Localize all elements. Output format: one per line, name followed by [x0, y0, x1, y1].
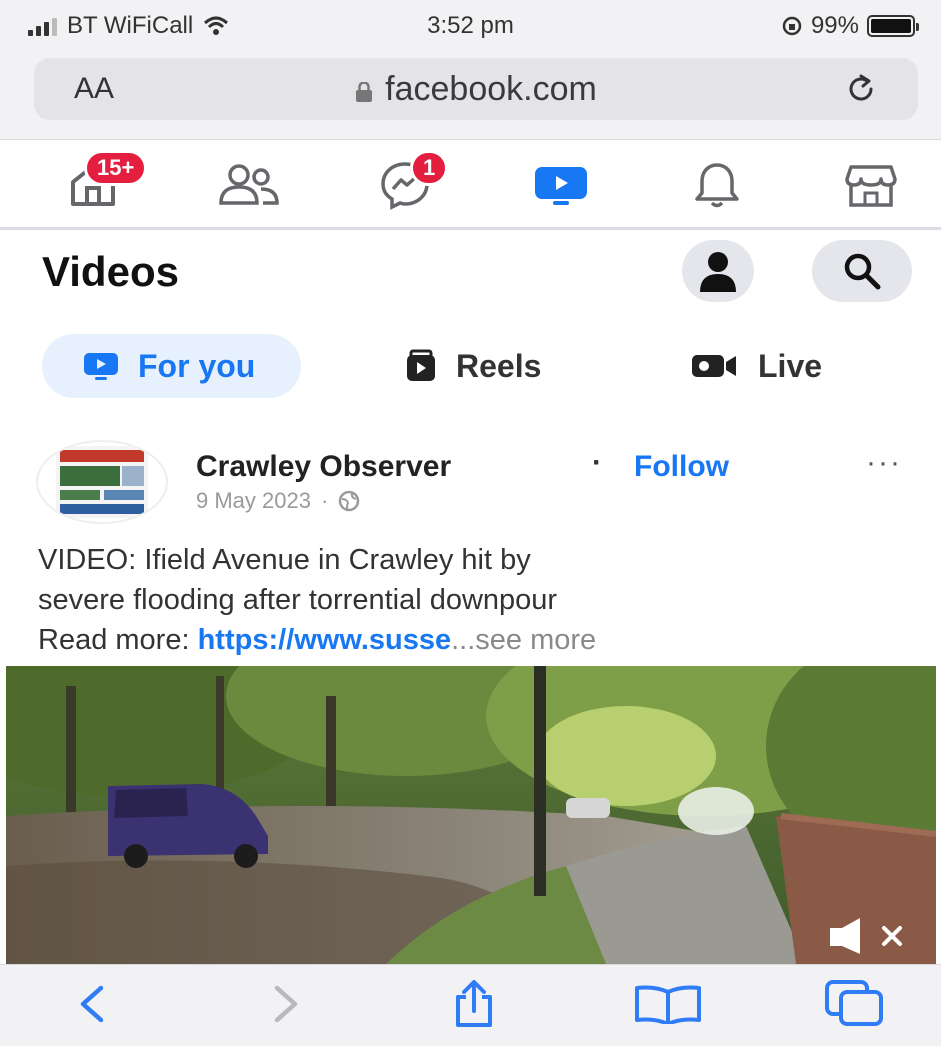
globe-icon — [339, 490, 360, 512]
video-player[interactable] — [6, 666, 936, 964]
browser-top-bar: AA facebook.com — [0, 50, 941, 140]
bell-icon — [695, 163, 739, 208]
post-text-line-2: severe flooding after torrential downpou… — [38, 584, 558, 616]
lock-icon — [356, 82, 373, 102]
marketplace-icon — [845, 165, 897, 207]
reels-icon — [407, 349, 435, 381]
share-button[interactable] — [446, 979, 502, 1029]
browser-bottom-toolbar — [0, 964, 941, 1046]
friends-icon — [219, 164, 279, 205]
author-separator: · — [592, 446, 602, 479]
post-text: VIDEO: Ifield Avenue in Crawley hit by s… — [38, 540, 918, 660]
video-tab-icon — [84, 353, 118, 380]
video-icon — [535, 167, 587, 205]
search-button[interactable] — [812, 240, 912, 302]
chevron-right-icon — [274, 985, 298, 1023]
follow-button[interactable]: Follow — [634, 450, 729, 484]
bookmarks-button[interactable] — [630, 979, 706, 1029]
orientation-lock-icon — [782, 16, 802, 36]
back-button[interactable] — [64, 979, 120, 1029]
post-date: 9 May 2023 — [196, 488, 311, 513]
search-icon — [844, 253, 881, 290]
home-notification-badge: 15+ — [84, 150, 148, 186]
profile-button[interactable] — [682, 240, 754, 302]
page-avatar[interactable] — [36, 440, 168, 524]
nav-home[interactable]: 15+ — [58, 150, 148, 210]
article-link[interactable]: https://www.susse — [198, 624, 452, 656]
post-text-line-3: Read more: https://www.susse...see more — [38, 620, 918, 660]
read-more-prefix: Read more: — [38, 624, 198, 656]
share-icon — [456, 980, 492, 1027]
tab-reels[interactable]: Reels — [404, 334, 541, 398]
nav-notifications[interactable] — [682, 160, 752, 210]
post-meta: 9 May 2023 · — [196, 488, 360, 514]
tab-for-you-label: For you — [138, 347, 256, 384]
page-title: Videos — [42, 248, 179, 295]
tab-reels-label: Reels — [456, 347, 542, 384]
profile-icon — [700, 252, 736, 292]
tab-live-label: Live — [758, 347, 823, 384]
tabs-icon — [825, 980, 883, 1026]
battery-fill — [871, 19, 911, 33]
reload-icon[interactable] — [844, 72, 878, 106]
nav-messenger[interactable]: 1 — [370, 150, 449, 210]
status-bar: BT WiFiCall 3:52 pm 99% — [0, 0, 941, 50]
address-bar[interactable]: AA facebook.com — [34, 58, 918, 120]
chevron-left-icon — [80, 985, 104, 1023]
more-options-icon[interactable]: ··· — [866, 446, 902, 480]
battery-percent: 99% — [810, 12, 859, 39]
live-camera-icon — [692, 355, 736, 377]
tabs-button[interactable] — [822, 979, 888, 1029]
date-separator: · — [320, 488, 329, 513]
mute-icon[interactable] — [824, 916, 914, 956]
newspaper-thumbnail-icon — [56, 446, 148, 518]
battery-icon — [867, 15, 919, 37]
facebook-nav-bar: 15+ 1 — [0, 140, 941, 230]
messenger-notification-badge: 1 — [410, 150, 449, 186]
url-text: facebook.com — [385, 70, 597, 108]
post-author[interactable]: Crawley Observer — [196, 450, 451, 484]
see-more-link[interactable]: ...see more — [451, 624, 596, 656]
status-right: 99% — [781, 12, 919, 40]
url-display[interactable]: facebook.com — [34, 70, 918, 109]
nav-friends[interactable] — [214, 160, 284, 210]
book-icon — [635, 985, 701, 1024]
nav-marketplace[interactable] — [836, 160, 906, 210]
tab-live[interactable]: Live — [690, 334, 822, 398]
forward-button[interactable] — [258, 979, 314, 1029]
nav-video[interactable] — [526, 160, 596, 210]
tab-for-you[interactable]: For you — [42, 334, 302, 398]
video-frame — [6, 666, 936, 964]
post-text-line-1: VIDEO: Ifield Avenue in Crawley hit by — [38, 544, 531, 576]
